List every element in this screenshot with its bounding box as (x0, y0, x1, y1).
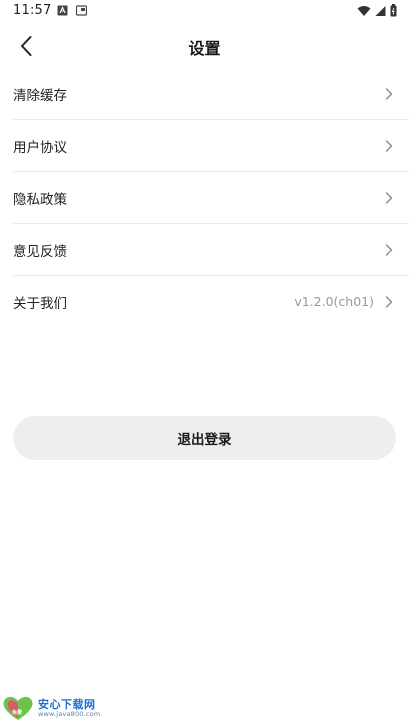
logout-button[interactable]: 退出登录 (13, 416, 396, 460)
page-title: 设置 (188, 39, 221, 58)
menu-item-label: 隐私政策 (13, 191, 67, 208)
status-time: 11:57 (13, 3, 52, 18)
settings-screen: 11:57 设置 清除缓存 用户协议 隐私政策 意见反馈 关于我们 v1.2.0… (0, 0, 409, 727)
wifi-icon (357, 5, 371, 16)
menu-item-about-us[interactable]: 关于我们 v1.2.0(ch01) (13, 276, 409, 327)
menu-item-label: 意见反馈 (13, 243, 67, 260)
menu-item-clear-cache[interactable]: 清除缓存 (13, 68, 409, 120)
menu-item-privacy-policy[interactable]: 隐私政策 (13, 172, 409, 224)
notification-a-icon (57, 5, 68, 16)
watermark: 免费 安心下载网 www.java800.com (2, 694, 112, 724)
battery-icon (390, 4, 397, 17)
chevron-right-icon (385, 139, 393, 152)
watermark-heart-logo-icon (3, 696, 33, 720)
status-icons (357, 4, 397, 17)
chevron-right-icon (385, 295, 393, 308)
app-version: v1.2.0(ch01) (294, 294, 374, 309)
menu-item-label: 清除缓存 (13, 87, 67, 104)
settings-menu-list: 清除缓存 用户协议 隐私政策 意见反馈 关于我们 v1.2.0(ch01) (0, 68, 409, 327)
watermark-badge: 免费 (12, 710, 23, 716)
status-bar: 11:57 (0, 0, 409, 24)
watermark-url: www.java800.com (38, 710, 101, 718)
menu-item-label: 关于我们 (13, 295, 67, 312)
menu-item-user-agreement[interactable]: 用户协议 (13, 120, 409, 172)
header-bar: 设置 (0, 24, 409, 68)
signal-icon (375, 5, 386, 16)
menu-item-label: 用户协议 (13, 139, 67, 156)
chevron-right-icon (385, 87, 393, 100)
notification-screen-icon (76, 5, 87, 16)
chevron-right-icon (385, 243, 393, 256)
menu-item-feedback[interactable]: 意见反馈 (13, 224, 409, 276)
chevron-right-icon (385, 191, 393, 204)
